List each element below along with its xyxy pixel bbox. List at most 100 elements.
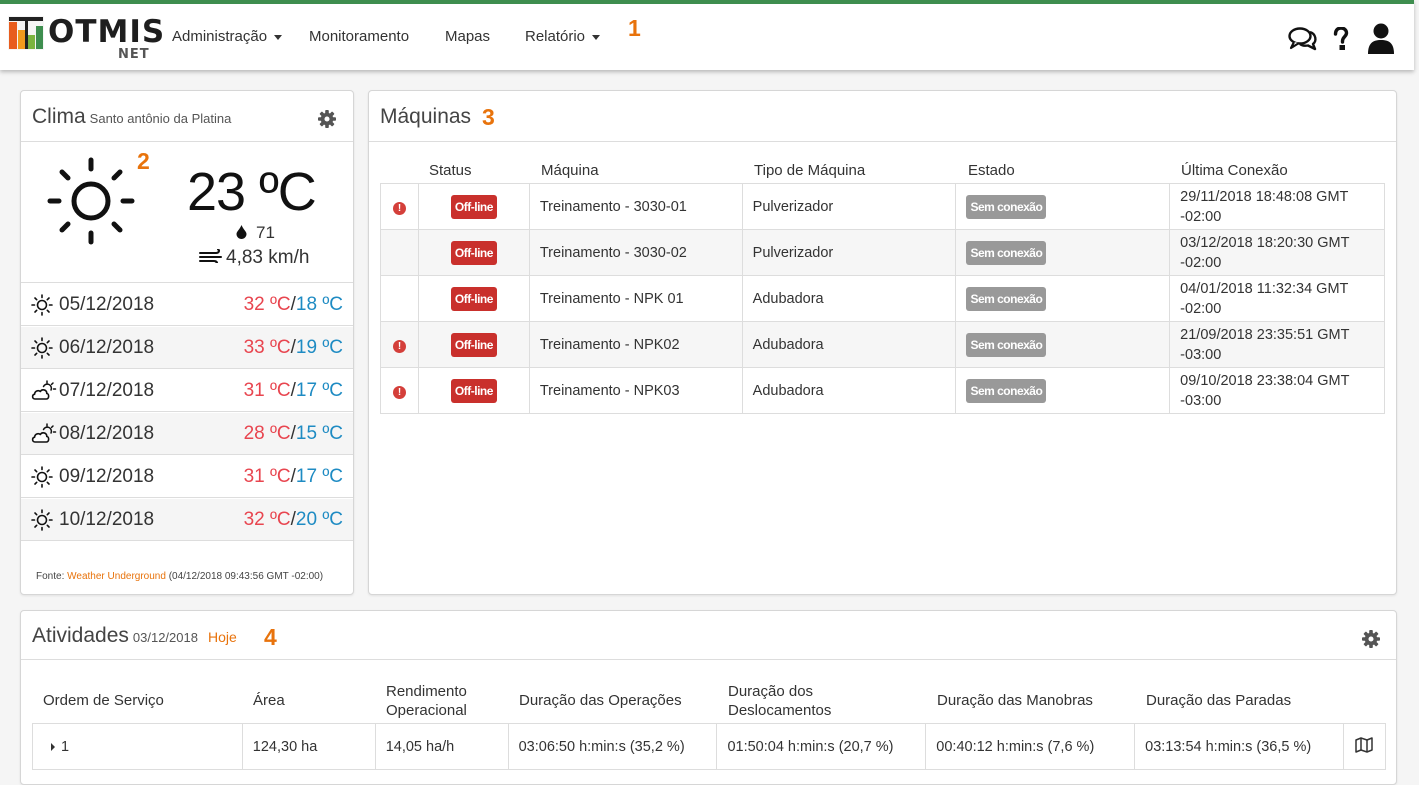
nav-monitoramento[interactable]: Monitoramento (309, 28, 409, 45)
nav-administracao-label: Administração (172, 28, 268, 45)
col-header-line: Ordem de Serviço (43, 692, 164, 709)
logo-mark-icon (8, 16, 44, 50)
map-cell[interactable] (1342, 723, 1387, 770)
last-connection-line: 04/01/2018 11:32:34 GMT (1180, 280, 1349, 297)
col-header-ordem-servico[interactable]: Ordem de Serviço (43, 691, 164, 710)
nav-relatorio-label: Relatório (525, 28, 586, 45)
col-header-duracao-manobras[interactable]: Duração das Manobras (937, 691, 1093, 710)
today-link[interactable]: Hoje (208, 629, 237, 645)
maquinas-title: Máquinas (380, 105, 472, 128)
clima-title: Clima (32, 105, 86, 128)
machine-cell: Treinamento - NPK 01 (528, 275, 743, 322)
col-header-duracao-deslocamentos[interactable]: Duração dos Deslocamentos (728, 682, 831, 720)
state-badge: Sem conexão (966, 194, 1047, 219)
duracao-manobras-cell: 00:40:12 h:min:s (7,6 %) (925, 723, 1136, 770)
forecast-icon (31, 423, 57, 450)
forecast-row: 06/12/2018 33 ºC/19 ºC (21, 327, 353, 369)
table-row[interactable]: ! Off-line Treinamento - NPK03 Adubadora Sem… (380, 367, 1385, 414)
weather-underground-link[interactable]: Weather Underground (67, 571, 166, 582)
caret-down-icon (274, 34, 283, 40)
nav-relatorio[interactable]: Relatório (525, 28, 601, 45)
forecast-min: 19 ºC (295, 337, 343, 358)
state-badge: Sem conexão (966, 378, 1047, 403)
last-connection-line: 21/09/2018 23:35:51 GMT (1180, 326, 1350, 343)
annotation-marker-1: 1 (628, 15, 641, 41)
ordem-servico-cell[interactable]: 1 (32, 723, 243, 770)
forecast-date: 07/12/2018 (59, 380, 155, 401)
status-badge: Off-line (450, 286, 497, 311)
col-header-duracao-paradas[interactable]: Duração das Paradas (1146, 691, 1291, 710)
sun-icon (31, 294, 53, 316)
col-header-rendimento[interactable]: Rendimento Operacional (386, 682, 467, 720)
map-icon[interactable] (1355, 736, 1374, 753)
ordem-servico-value: 1 (61, 738, 70, 755)
last-connection-line: 03/12/2018 18:20:30 GMT (1180, 234, 1350, 251)
brand-name: OTMIS (48, 14, 166, 50)
forecast-icon (31, 337, 53, 364)
area-cell: 124,30 ha (241, 723, 376, 770)
table-row[interactable]: Off-line Treinamento - 3030-02 Pulverizado… (380, 229, 1385, 276)
forecast-top-divider (21, 282, 353, 283)
forecast-temperatures: 33 ºC/19 ºC (244, 337, 343, 359)
forecast-date: 10/12/2018 (59, 509, 155, 530)
forecast-icon (31, 294, 53, 321)
forecast-min: 17 ºC (295, 380, 343, 401)
humidity-value: 71 (256, 223, 275, 242)
alert-icon: ! (392, 201, 406, 215)
status-badge: Off-line (450, 378, 497, 403)
otmis-logo[interactable]: OTMIS NET (8, 14, 164, 64)
forecast-temperatures: 31 ºC/17 ºC (244, 466, 343, 488)
col-header-area[interactable]: Área (253, 691, 285, 710)
annotation-marker-3: 3 (482, 104, 495, 130)
machine-type-cell: Adubadora (741, 367, 957, 414)
forecast-min: 15 ºC (295, 423, 343, 444)
alert-cell (380, 229, 419, 276)
table-row[interactable]: 1 124,30 ha 14,05 ha/h 03:06:50 h:min:s … (32, 723, 1387, 770)
user-icon[interactable] (1368, 23, 1394, 55)
last-connection-line: -02:00 (1180, 300, 1222, 317)
col-header-tipo[interactable]: Tipo de Máquina (754, 162, 865, 179)
table-row[interactable]: ! Off-line Treinamento - 3030-01 Pulverizad… (380, 183, 1385, 230)
annotation-marker-2: 2 (137, 148, 150, 174)
clima-title-row: Clima Santo antônio da Platina (32, 105, 231, 129)
brand-subtitle: NET (118, 47, 150, 62)
forecast-temperatures: 28 ºC/15 ºC (244, 423, 343, 445)
clima-location: Santo antônio da Platina (89, 111, 232, 126)
help-icon[interactable] (1333, 27, 1349, 51)
duracao-paradas-cell: 03:13:54 h:min:s (36,5 %) (1134, 723, 1344, 770)
machine-cell: Treinamento - NPK03 (528, 367, 743, 414)
col-header-status[interactable]: Status (429, 162, 472, 179)
clima-settings-gear-icon[interactable] (318, 110, 336, 128)
forecast-min: 18 ºC (295, 294, 343, 315)
duracao-deslocamentos-cell: 01:50:04 h:min:s (20,7 %) (716, 723, 927, 770)
forecast-row: 09/12/2018 31 ºC/17 ºC (21, 456, 353, 498)
nav-administracao[interactable]: Administração (172, 28, 283, 45)
forecast-row: 08/12/2018 28 ºC/15 ºC (21, 413, 353, 455)
nav-monitoramento-label: Monitoramento (309, 28, 410, 45)
status-badge: Off-line (450, 240, 497, 265)
status-cell: Off-line (417, 229, 530, 276)
weather-source: Fonte: Weather Underground (04/12/2018 0… (36, 571, 323, 582)
table-row[interactable]: Off-line Treinamento - NPK 01 Adubadora Sem… (380, 275, 1385, 322)
col-header-ultima-conexao[interactable]: Última Conexão (1181, 162, 1288, 179)
clima-panel: Clima Santo antônio da Platina 2 23 ºC 7… (20, 90, 354, 595)
atividades-settings-gear-icon[interactable] (1362, 630, 1380, 648)
chat-icon[interactable] (1288, 27, 1318, 51)
col-header-duracao-operacoes[interactable]: Duração das Operações (519, 691, 682, 710)
forecast-date: 09/12/2018 (59, 466, 155, 487)
alert-cell: ! (380, 183, 419, 230)
table-row[interactable]: ! Off-line Treinamento - NPK02 Adubadora Sem… (380, 321, 1385, 368)
forecast-temperatures: 32 ºC/20 ºC (244, 509, 343, 531)
expand-caret-icon[interactable] (51, 742, 55, 751)
atividades-table: 1 124,30 ha 14,05 ha/h 03:06:50 h:min:s … (32, 723, 1387, 770)
state-badge: Sem conexão (966, 286, 1047, 311)
rendimento-cell: 14,05 ha/h (374, 723, 509, 770)
nav-mapas[interactable]: Mapas (445, 28, 490, 45)
machine-cell: Treinamento - 3030-01 (528, 183, 743, 230)
atividades-header-divider (21, 659, 1396, 660)
sun-icon (31, 466, 53, 488)
col-header-maquina[interactable]: Máquina (541, 162, 599, 179)
wind-row: 4,83 km/h (199, 247, 309, 269)
machine-type-cell: Pulverizador (741, 183, 957, 230)
col-header-estado[interactable]: Estado (968, 162, 1015, 179)
